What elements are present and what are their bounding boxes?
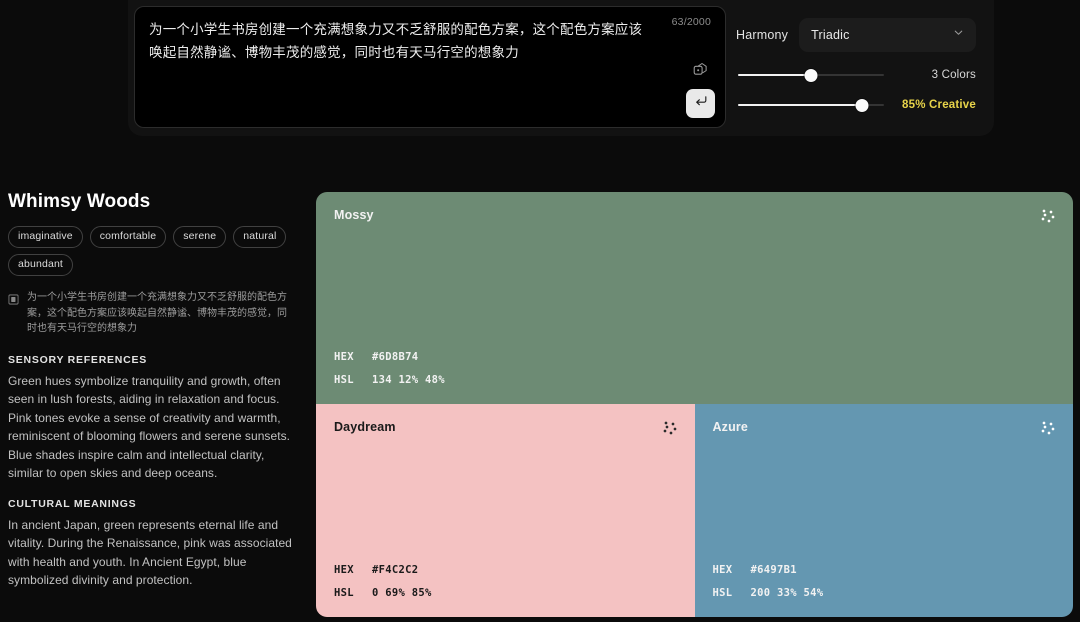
swatch-hsl-label: HSL (334, 374, 360, 386)
submit-prompt-button[interactable] (686, 89, 715, 118)
harmony-dropdown[interactable]: Triadic (799, 18, 976, 52)
creativity-slider-row: 85% Creative (736, 98, 976, 112)
sensory-references-body: Green hues symbolize tranquility and gro… (8, 372, 296, 483)
harmony-panel: Harmony Triadic 3 Colors (726, 6, 988, 128)
swatch-hex-row: HEX #F4C2C2 (334, 564, 432, 576)
character-counter: 63/2000 (672, 16, 711, 28)
tag-serene[interactable]: serene (173, 226, 226, 248)
scheme-info-column: Whimsy Woods imaginative comfortable seren… (0, 186, 308, 622)
swatch-hex-row: HEX #6497B1 (713, 564, 824, 576)
swatch-hsl-row: HSL 0 69% 85% (334, 587, 432, 599)
swatch-hex-row: HEX #6D8B74 (334, 351, 445, 363)
swatch-hsl-label: HSL (713, 587, 739, 599)
dice-shuffle-button[interactable] (687, 56, 715, 82)
slider-fill (738, 104, 862, 106)
slider-fill (738, 74, 811, 76)
color-swatch-azure[interactable]: Azure HEX #6497B1 HSL 200 33% 54% (695, 404, 1074, 617)
drag-handle-dots-icon[interactable] (1040, 420, 1056, 436)
enter-return-icon (694, 94, 708, 113)
prompt-bar: 为一个小学生书房创建一个充满想象力又不乏舒服的配色方案，这个配色方案应该唤起自然… (128, 0, 994, 136)
tag-abundant[interactable]: abundant (8, 254, 73, 276)
swatch-metadata: HEX #6D8B74 HSL 134 12% 48% (334, 340, 445, 386)
swatch-hsl-row: HSL 200 33% 54% (713, 587, 824, 599)
swatch-name: Daydream (334, 420, 677, 434)
tag-comfortable[interactable]: comfortable (90, 226, 167, 248)
swatch-metadata: HEX #6497B1 HSL 200 33% 54% (713, 553, 824, 599)
tag-imaginative[interactable]: imaginative (8, 226, 83, 248)
prompt-action-buttons (686, 56, 715, 118)
sensory-references-heading: SENSORY REFERENCES (8, 354, 296, 366)
swatch-hsl-row: HSL 134 12% 48% (334, 374, 445, 386)
swatch-hsl-value[interactable]: 0 69% 85% (372, 587, 432, 599)
color-count-slider-row: 3 Colors (736, 68, 976, 82)
swatch-hex-value[interactable]: #6D8B74 (372, 351, 418, 363)
color-scheme-generator-app: 为一个小学生书房创建一个充满想象力又不乏舒服的配色方案，这个配色方案应该唤起自然… (0, 0, 1080, 622)
tag-list: imaginative comfortable serene natural abund… (8, 226, 296, 276)
prompt-recap-text: 为一个小学生书房创建一个充满想象力又不乏舒服的配色方案，这个配色方案应该唤起自然… (27, 290, 288, 337)
prompt-recap: 为一个小学生书房创建一个充满想象力又不乏舒服的配色方案，这个配色方案应该唤起自然… (8, 290, 296, 337)
creativity-slider[interactable] (738, 98, 884, 112)
drag-handle-dots-icon[interactable] (662, 420, 678, 436)
page-title: Whimsy Woods (8, 191, 296, 213)
harmony-selected-value: Triadic (811, 28, 849, 42)
swatch-name: Azure (713, 420, 1056, 434)
dice-shuffle-icon (693, 62, 708, 77)
swatch-hex-label: HEX (713, 564, 739, 576)
chevron-down-icon (952, 26, 965, 44)
swatch-hex-value[interactable]: #6497B1 (751, 564, 797, 576)
creativity-value: 85% Creative (894, 99, 976, 111)
prompt-textarea[interactable]: 为一个小学生书房创建一个充满想象力又不乏舒服的配色方案，这个配色方案应该唤起自然… (149, 18, 655, 64)
sensory-references-section: SENSORY REFERENCES Green hues symbolize … (8, 354, 296, 483)
swatch-hex-label: HEX (334, 351, 360, 363)
cultural-meanings-heading: CULTURAL MEANINGS (8, 498, 296, 510)
harmony-label: Harmony (736, 28, 788, 42)
swatch-hex-label: HEX (334, 564, 360, 576)
tag-natural[interactable]: natural (233, 226, 286, 248)
color-swatch-mossy[interactable]: Mossy HEX #6D8B74 HSL 134 12% 48% (316, 192, 1073, 404)
slider-thumb[interactable] (856, 99, 869, 112)
color-count-slider[interactable] (738, 68, 884, 82)
note-document-icon (8, 290, 19, 337)
swatch-hsl-label: HSL (334, 587, 360, 599)
swatch-hsl-value[interactable]: 200 33% 54% (751, 587, 824, 599)
color-swatch-daydream[interactable]: Daydream HEX #F4C2C2 HSL 0 69% 85% (316, 404, 695, 617)
prompt-input-box[interactable]: 为一个小学生书房创建一个充满想象力又不乏舒服的配色方案，这个配色方案应该唤起自然… (134, 6, 726, 128)
cultural-meanings-section: CULTURAL MEANINGS In ancient Japan, gree… (8, 498, 296, 590)
color-swatch-grid: Mossy HEX #6D8B74 HSL 134 12% 48% Daydream HEX… (316, 192, 1073, 617)
swatch-metadata: HEX #F4C2C2 HSL 0 69% 85% (334, 553, 432, 599)
swatch-hsl-value[interactable]: 134 12% 48% (372, 374, 445, 386)
swatch-name: Mossy (334, 208, 1055, 222)
harmony-selector-row: Harmony Triadic (736, 18, 976, 52)
drag-handle-dots-icon[interactable] (1040, 208, 1056, 224)
swatch-hex-value[interactable]: #F4C2C2 (372, 564, 418, 576)
slider-thumb[interactable] (805, 69, 818, 82)
color-count-value: 3 Colors (894, 69, 976, 81)
cultural-meanings-body: In ancient Japan, green represents etern… (8, 516, 296, 590)
